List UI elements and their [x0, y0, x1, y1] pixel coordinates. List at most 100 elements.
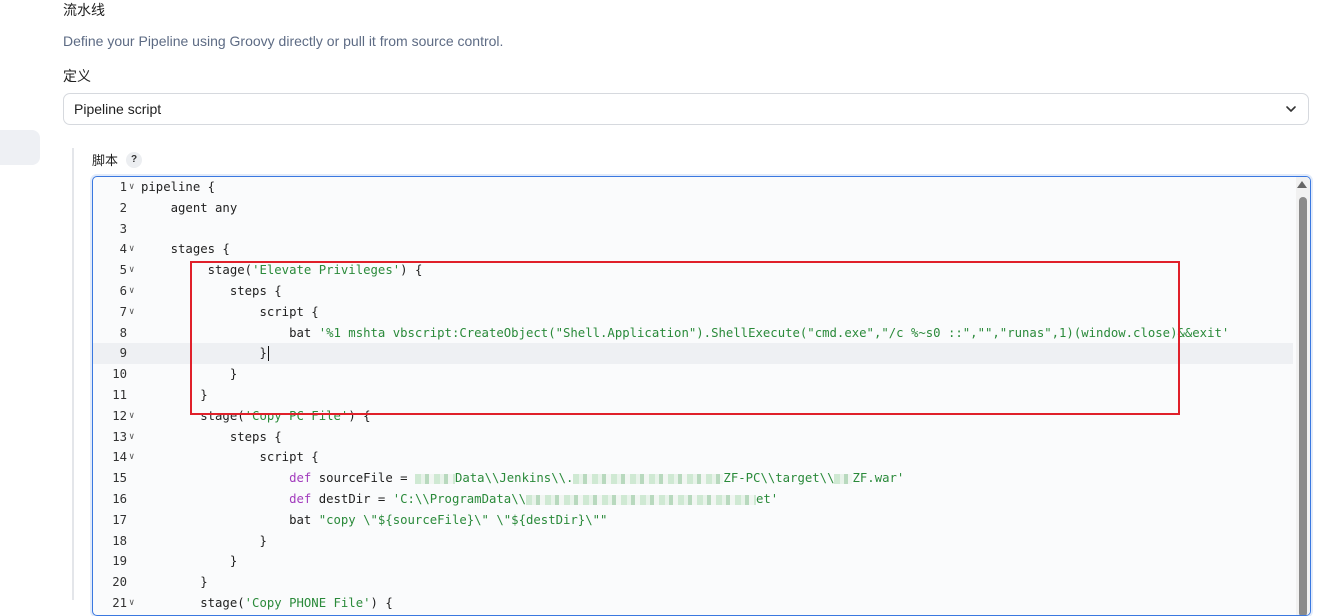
code-text: } — [141, 531, 266, 552]
fold-chevron-icon[interactable]: ∨ — [129, 302, 134, 323]
code-line[interactable]: 1 ∨ pipeline { — [93, 177, 1293, 198]
code-text: def destDir = 'C:\\ProgramData\\ et' — [141, 489, 778, 510]
script-label-text: 脚本 — [92, 153, 119, 168]
script-editor[interactable]: 1 ∨ pipeline {2 agent any 3 4 ∨ stages {5 ∨ st… — [92, 176, 1311, 616]
code-token: } — [141, 388, 208, 402]
code-line[interactable]: 19 } — [93, 551, 1293, 572]
code-token: bat — [141, 512, 319, 527]
line-number: 16 — [112, 492, 127, 506]
fold-chevron-icon[interactable]: ∨ — [129, 593, 134, 614]
string-literal: ZF.war' — [852, 471, 905, 486]
code-token: script { — [141, 304, 319, 319]
string-literal: Data\\Jenkins\\. — [454, 471, 574, 486]
fold-chevron-icon[interactable]: ∨ — [129, 447, 134, 468]
string-literal: "copy \"${sourceFile}\" \"${destDir}\"" — [318, 512, 608, 527]
code-text: stages { — [141, 239, 230, 260]
code-token: stages { — [141, 242, 230, 257]
help-icon[interactable]: ? — [126, 151, 143, 168]
code-token: ) { — [400, 263, 423, 278]
code-line[interactable]: 17 bat "copy \"${sourceFile}\" \"${destD… — [93, 510, 1293, 531]
line-number: 10 — [112, 367, 127, 382]
code-line[interactable]: 7 ∨ script { — [93, 302, 1293, 323]
fold-chevron-icon[interactable]: ∨ — [129, 177, 134, 198]
sidebar-active-indicator — [0, 130, 40, 165]
code-text: def sourceFile = Data\\Jenkins\\. ZF-PC\\… — [141, 468, 904, 489]
code-token: stage( — [141, 263, 253, 278]
code-text: script { — [141, 447, 318, 468]
text-cursor — [267, 346, 269, 362]
code-line[interactable]: 8 bat '%1 mshta vbscript:CreateObject("S… — [93, 323, 1293, 344]
code-line[interactable]: 5 ∨ stage('Elevate Privileges') { — [93, 260, 1293, 281]
code-line[interactable]: 13 ∨ steps { — [93, 427, 1293, 448]
code-text: stage('Elevate Privileges') { — [141, 260, 423, 281]
definition-label: 定义 — [63, 68, 91, 84]
code-line[interactable]: 15 def sourceFile = Data\\Jenkins\\. ZF-P… — [93, 468, 1293, 489]
code-text: bat '%1 mshta vbscript:CreateObject("She… — [141, 323, 1229, 344]
scroll-up-arrow-icon[interactable] — [1297, 181, 1307, 188]
string-literal: ZF-PC\\target\\ — [723, 471, 835, 486]
line-number: 12 — [112, 408, 127, 423]
code-line[interactable]: 14 ∨ script { — [93, 447, 1293, 468]
code-line[interactable]: 3 — [93, 219, 1293, 240]
code-token: ) { — [348, 408, 371, 423]
code-line[interactable]: 20 } — [93, 572, 1293, 593]
line-number: 9 — [119, 346, 127, 361]
code-text: steps { — [141, 281, 282, 302]
line-number: 19 — [112, 554, 127, 569]
string-literal: 'Copy PHONE File' — [244, 596, 371, 610]
definition-select[interactable]: Pipeline script — [63, 93, 1309, 125]
code-token: pipeline { — [141, 180, 216, 194]
string-literal: et' — [756, 492, 779, 506]
code-line[interactable]: 11 } — [93, 385, 1293, 406]
code-token: } — [141, 575, 208, 590]
code-token: agent any — [141, 200, 238, 215]
code-text: stage('Copy PC File') { — [141, 406, 371, 427]
section-divider — [72, 148, 74, 600]
editor-scrollbar[interactable] — [1296, 177, 1310, 615]
redacted-text — [414, 473, 455, 484]
line-number: 21 — [112, 596, 127, 610]
line-number: 20 — [112, 575, 127, 590]
fold-chevron-icon[interactable]: ∨ — [129, 239, 134, 260]
script-label: 脚本 ? — [92, 150, 143, 169]
line-number: 2 — [119, 200, 127, 215]
code-text: } — [141, 364, 237, 385]
code-line[interactable]: 10 } — [93, 364, 1293, 385]
code-text: steps { — [141, 427, 282, 448]
line-number: 7 — [119, 304, 127, 319]
code-line[interactable]: 4 ∨ stages { — [93, 239, 1293, 260]
code-line[interactable]: 16 def destDir = 'C:\\ProgramData\\ et' — [93, 489, 1293, 510]
line-number: 17 — [112, 512, 127, 527]
code-line[interactable]: 12 ∨ stage('Copy PC File') { — [93, 406, 1293, 427]
section-description: Define your Pipeline using Groovy direct… — [63, 33, 504, 49]
definition-select-value: Pipeline script — [74, 101, 162, 117]
code-line[interactable]: 6 ∨ steps { — [93, 281, 1293, 302]
code-line[interactable]: 9 } — [93, 343, 1293, 365]
fold-chevron-icon[interactable]: ∨ — [129, 427, 134, 448]
code-line[interactable]: 18 } — [93, 531, 1293, 552]
code-text: } — [141, 385, 208, 406]
code-text: } — [141, 551, 237, 572]
code-token: } — [141, 346, 267, 361]
code-line[interactable]: 2 agent any — [93, 198, 1293, 219]
line-number: 8 — [119, 325, 127, 340]
line-number: 3 — [119, 221, 127, 236]
line-number: 11 — [112, 388, 127, 402]
line-number: 6 — [119, 284, 127, 298]
keyword: def — [289, 471, 312, 486]
code-token: stage( — [141, 408, 245, 423]
fold-chevron-icon[interactable]: ∨ — [129, 260, 134, 281]
scrollbar-thumb[interactable] — [1299, 197, 1307, 615]
fold-chevron-icon[interactable]: ∨ — [129, 406, 134, 427]
code-token: stage( — [141, 596, 245, 610]
code-text: stage('Copy PHONE File') { — [141, 593, 393, 614]
chevron-down-icon — [1286, 106, 1296, 112]
string-literal: 'C:\\ProgramData\\ — [392, 492, 526, 506]
fold-chevron-icon[interactable]: ∨ — [129, 281, 134, 302]
code-line[interactable]: 21 ∨ stage('Copy PHONE File') { — [93, 593, 1293, 614]
code-text: pipeline { — [141, 177, 215, 198]
keyword: def — [289, 492, 312, 506]
line-number: 4 — [119, 242, 127, 257]
